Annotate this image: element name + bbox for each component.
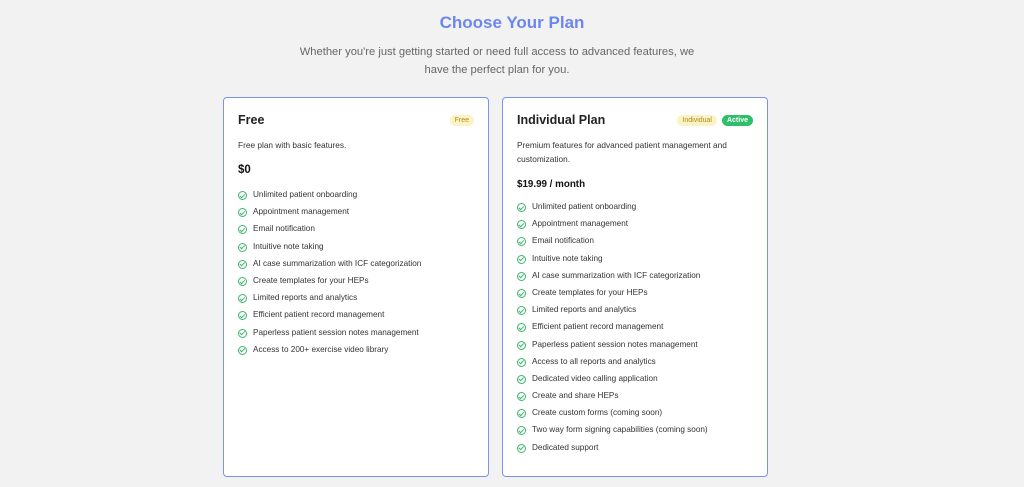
check-circle-icon bbox=[517, 443, 526, 453]
feature-label: AI case summarization with ICF categoriz… bbox=[253, 258, 422, 268]
plan-description: Premium features for advanced patient ma… bbox=[517, 140, 727, 164]
feature-label: Access to all reports and analytics bbox=[532, 356, 656, 366]
feature-list: Unlimited patient onboarding Appointment… bbox=[517, 200, 757, 458]
feature-item: Create and share HEPs bbox=[517, 389, 757, 406]
feature-item: AI case summarization with ICF categoriz… bbox=[238, 257, 478, 274]
feature-label: AI case summarization with ICF categoriz… bbox=[532, 270, 701, 280]
check-circle-icon bbox=[517, 288, 526, 298]
feature-item: Intuitive note taking bbox=[238, 240, 478, 257]
feature-item: Create templates for your HEPs bbox=[517, 286, 757, 303]
feature-item: Efficient patient record management bbox=[517, 320, 757, 337]
page-subtitle: Whether you're just getting started or n… bbox=[299, 46, 695, 76]
feature-item: AI case summarization with ICF categoriz… bbox=[517, 269, 757, 286]
plan-price: $19.99 / month bbox=[517, 179, 586, 190]
check-circle-icon bbox=[238, 225, 247, 235]
feature-label: Intuitive note taking bbox=[253, 241, 324, 251]
check-circle-icon bbox=[238, 328, 247, 338]
feature-label: Dedicated video calling application bbox=[532, 373, 658, 383]
plan-type-badge: Free bbox=[449, 115, 474, 126]
feature-label: Access to 200+ exercise video library bbox=[253, 344, 389, 354]
feature-item: Access to all reports and analytics bbox=[517, 355, 757, 372]
feature-item: Limited reports and analytics bbox=[517, 303, 757, 320]
feature-item: Email notification bbox=[238, 222, 478, 239]
feature-label: Paperless patient session notes manageme… bbox=[253, 327, 419, 337]
check-circle-icon bbox=[238, 294, 247, 304]
feature-label: Intuitive note taking bbox=[532, 253, 603, 263]
plan-card-header: Free Free bbox=[238, 113, 474, 129]
feature-label: Create and share HEPs bbox=[532, 391, 619, 401]
feature-label: Unlimited patient onboarding bbox=[253, 190, 358, 199]
page-title: Choose Your Plan bbox=[439, 13, 585, 32]
check-circle-icon bbox=[517, 220, 526, 230]
feature-item: Intuitive note taking bbox=[517, 252, 757, 269]
feature-label: Appointment management bbox=[532, 219, 629, 229]
plan-description: Free plan with basic features. bbox=[238, 140, 347, 150]
check-circle-icon bbox=[238, 311, 247, 321]
feature-item: Unlimited patient onboarding bbox=[517, 200, 757, 217]
feature-label: Email notification bbox=[532, 236, 594, 246]
plan-type-badge: Individual bbox=[677, 115, 717, 126]
check-circle-icon bbox=[517, 374, 526, 384]
feature-label: Limited reports and analytics bbox=[532, 305, 637, 315]
check-circle-icon bbox=[517, 409, 526, 419]
check-circle-icon bbox=[517, 340, 526, 350]
feature-label: Create custom forms (coming soon) bbox=[532, 408, 663, 418]
feature-item: Dedicated support bbox=[517, 441, 757, 458]
check-circle-icon bbox=[517, 237, 526, 247]
feature-label: Efficient patient record management bbox=[532, 322, 664, 332]
check-circle-icon bbox=[517, 203, 526, 212]
check-circle-icon bbox=[238, 191, 247, 200]
check-circle-icon bbox=[238, 208, 247, 218]
feature-item: Email notification bbox=[517, 234, 757, 251]
feature-item: Access to 200+ exercise video library bbox=[238, 343, 478, 360]
plan-price: $0 bbox=[238, 164, 251, 176]
feature-item: Two way form signing capabilities (comin… bbox=[517, 423, 757, 440]
check-circle-icon bbox=[517, 271, 526, 281]
plan-name: Free bbox=[238, 113, 265, 127]
active-status-badge: Active bbox=[721, 115, 753, 126]
feature-item: Paperless patient session notes manageme… bbox=[238, 326, 478, 343]
check-circle-icon bbox=[517, 254, 526, 264]
check-circle-icon bbox=[517, 357, 526, 367]
check-circle-icon bbox=[238, 345, 247, 355]
feature-label: Unlimited patient onboarding bbox=[532, 202, 637, 211]
feature-label: Limited reports and analytics bbox=[253, 293, 358, 303]
feature-label: Dedicated support bbox=[532, 442, 599, 452]
feature-item: Appointment management bbox=[238, 205, 478, 222]
plan-card-header: Individual Plan Individual Active bbox=[517, 113, 753, 129]
feature-item: Limited reports and analytics bbox=[238, 291, 478, 308]
plan-name: Individual Plan bbox=[517, 113, 606, 127]
feature-item: Create templates for your HEPs bbox=[238, 274, 478, 291]
feature-label: Appointment management bbox=[253, 207, 350, 217]
feature-label: Paperless patient session notes manageme… bbox=[532, 339, 698, 349]
feature-label: Two way form signing capabilities (comin… bbox=[532, 425, 708, 435]
check-circle-icon bbox=[517, 306, 526, 316]
check-circle-icon bbox=[238, 276, 247, 286]
feature-item: Dedicated video calling application bbox=[517, 372, 757, 389]
feature-label: Efficient patient record management bbox=[253, 310, 385, 320]
plan-badges: Individual Active bbox=[677, 115, 753, 126]
feature-item: Appointment management bbox=[517, 217, 757, 234]
plan-card-free[interactable]: Free Free Free plan with basic features.… bbox=[223, 97, 489, 477]
feature-item: Create custom forms (coming soon) bbox=[517, 406, 757, 423]
feature-label: Create templates for your HEPs bbox=[532, 287, 648, 297]
feature-item: Paperless patient session notes manageme… bbox=[517, 338, 757, 355]
feature-label: Email notification bbox=[253, 224, 315, 234]
feature-list: Unlimited patient onboarding Appointment… bbox=[238, 188, 478, 360]
feature-label: Create templates for your HEPs bbox=[253, 275, 369, 285]
feature-item: Efficient patient record management bbox=[238, 308, 478, 325]
feature-item: Unlimited patient onboarding bbox=[238, 188, 478, 205]
check-circle-icon bbox=[517, 323, 526, 333]
check-circle-icon bbox=[238, 259, 247, 269]
plan-badges: Free bbox=[449, 115, 474, 126]
check-circle-icon bbox=[517, 392, 526, 402]
plan-card-individual[interactable]: Individual Plan Individual Active Premiu… bbox=[502, 97, 768, 477]
check-circle-icon bbox=[238, 242, 247, 252]
check-circle-icon bbox=[517, 426, 526, 436]
